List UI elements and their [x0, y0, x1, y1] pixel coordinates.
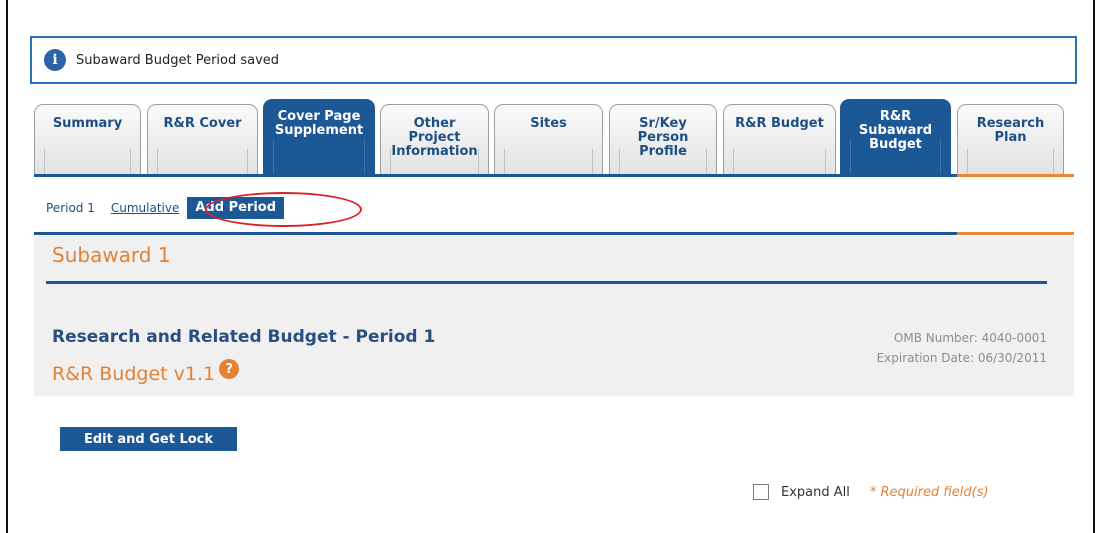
- tab-research-plan[interactable]: Research Plan: [957, 104, 1064, 176]
- tab-label: Cover Page Supplement: [274, 109, 364, 138]
- tab-underline: [34, 174, 957, 177]
- subnav-rule: [34, 232, 957, 235]
- tab-label: R&R Cover: [163, 116, 242, 131]
- tab-label: Other Project Information: [391, 116, 478, 159]
- highlight-circle: [205, 192, 362, 227]
- cumulative-link[interactable]: Cumulative: [111, 201, 180, 215]
- subnav-rule-accent: [957, 232, 1074, 235]
- omb-info: OMB Number: 4040-0001 Expiration Date: 0…: [877, 328, 1047, 368]
- required-note: * Required field(s): [869, 484, 989, 500]
- expand-controls: Expand All * Required field(s): [753, 484, 989, 500]
- subaward-rule: [46, 281, 1047, 284]
- help-icon[interactable]: ?: [219, 359, 240, 379]
- form-version-label: R&R Budget v1.1: [52, 363, 216, 385]
- tab-inner-bar: [44, 149, 131, 176]
- tab-label: R&R Budget: [735, 116, 824, 131]
- tab-cover-page-supplement[interactable]: Cover Page Supplement: [263, 99, 375, 176]
- tab-inner-bar: [504, 149, 593, 176]
- success-notice: i Subaward Budget Period saved: [30, 36, 1077, 84]
- tab-sites[interactable]: Sites: [494, 104, 603, 176]
- form-version: R&R Budget v1.1 ?: [52, 359, 240, 385]
- tab-inner-bar: [157, 149, 248, 176]
- tab-label: Sites: [530, 116, 567, 131]
- expand-all-label[interactable]: Expand All: [781, 485, 850, 500]
- window-right-border: [1093, 0, 1095, 533]
- tab-summary[interactable]: Summary: [34, 104, 141, 176]
- tab-sr-key-person-profile[interactable]: Sr/Key Person Profile: [609, 104, 717, 176]
- window-left-border: [6, 0, 8, 533]
- tab-other-project-information[interactable]: Other Project Information: [380, 104, 489, 176]
- expiration-date: Expiration Date: 06/30/2011: [876, 351, 1047, 365]
- tab-inner-bar: [273, 140, 365, 176]
- edit-and-get-lock-button[interactable]: Edit and Get Lock: [60, 427, 237, 451]
- subaward-title: Subaward 1: [52, 243, 171, 267]
- tab-inner-bar: [967, 149, 1054, 176]
- tab-rr-subaward-budget[interactable]: R&R Subaward Budget: [840, 99, 951, 176]
- tab-rr-cover[interactable]: R&R Cover: [147, 104, 258, 176]
- omb-number: OMB Number: 4040-0001: [893, 331, 1047, 345]
- tab-label: R&R Subaward Budget: [858, 109, 933, 152]
- tab-inner-bar: [733, 149, 826, 176]
- tab-rr-budget[interactable]: R&R Budget: [723, 104, 836, 176]
- tab-label: Sr/Key Person Profile: [637, 116, 689, 159]
- expand-all-checkbox[interactable]: [753, 484, 769, 500]
- tab-label: Research Plan: [976, 116, 1045, 145]
- period-1-item[interactable]: Period 1: [46, 201, 95, 215]
- info-icon: i: [44, 49, 66, 71]
- tab-underline-accent: [957, 174, 1074, 177]
- tab-label: Summary: [52, 116, 123, 131]
- budget-heading: Research and Related Budget - Period 1: [52, 327, 436, 347]
- notice-text: Subaward Budget Period saved: [76, 52, 280, 68]
